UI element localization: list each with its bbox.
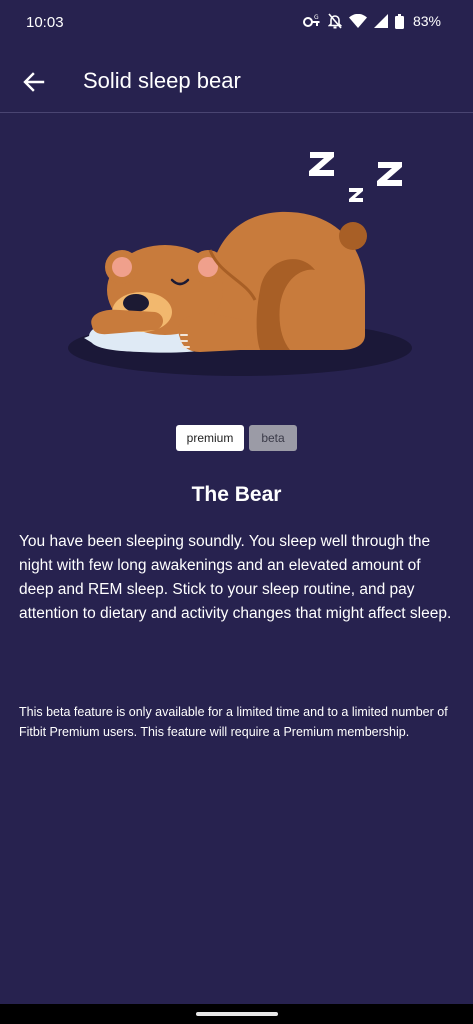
premium-badge: premium	[176, 425, 244, 451]
beta-disclaimer: This beta feature is only available for …	[19, 705, 448, 739]
result-title: The Bear	[191, 483, 282, 506]
result-description: You have been sleeping soundly. You slee…	[19, 533, 452, 622]
wifi-icon	[348, 14, 367, 28]
home-gesture-handle[interactable]	[196, 1012, 278, 1016]
page-title: Solid sleep bear	[83, 68, 241, 93]
svg-text:G: G	[314, 14, 319, 21]
key-icon: G	[302, 14, 321, 28]
app-bar: Solid sleep bear	[0, 56, 473, 113]
bell-off-icon	[327, 13, 342, 29]
back-button[interactable]	[16, 66, 52, 102]
status-bar: 10:03 G 83%	[0, 0, 473, 48]
battery-percent: 83%	[412, 13, 441, 29]
sleeping-bear-illustration	[60, 140, 420, 390]
badges: premium beta	[0, 425, 473, 451]
beta-badge: beta	[249, 425, 297, 451]
status-icons: G 83%	[302, 13, 441, 29]
zzz-icon	[309, 152, 402, 202]
signal-icon	[373, 14, 388, 28]
navigation-bar	[0, 1004, 473, 1024]
battery-icon	[394, 13, 404, 29]
status-time: 10:03	[26, 14, 64, 31]
arrow-left-icon	[23, 71, 45, 97]
